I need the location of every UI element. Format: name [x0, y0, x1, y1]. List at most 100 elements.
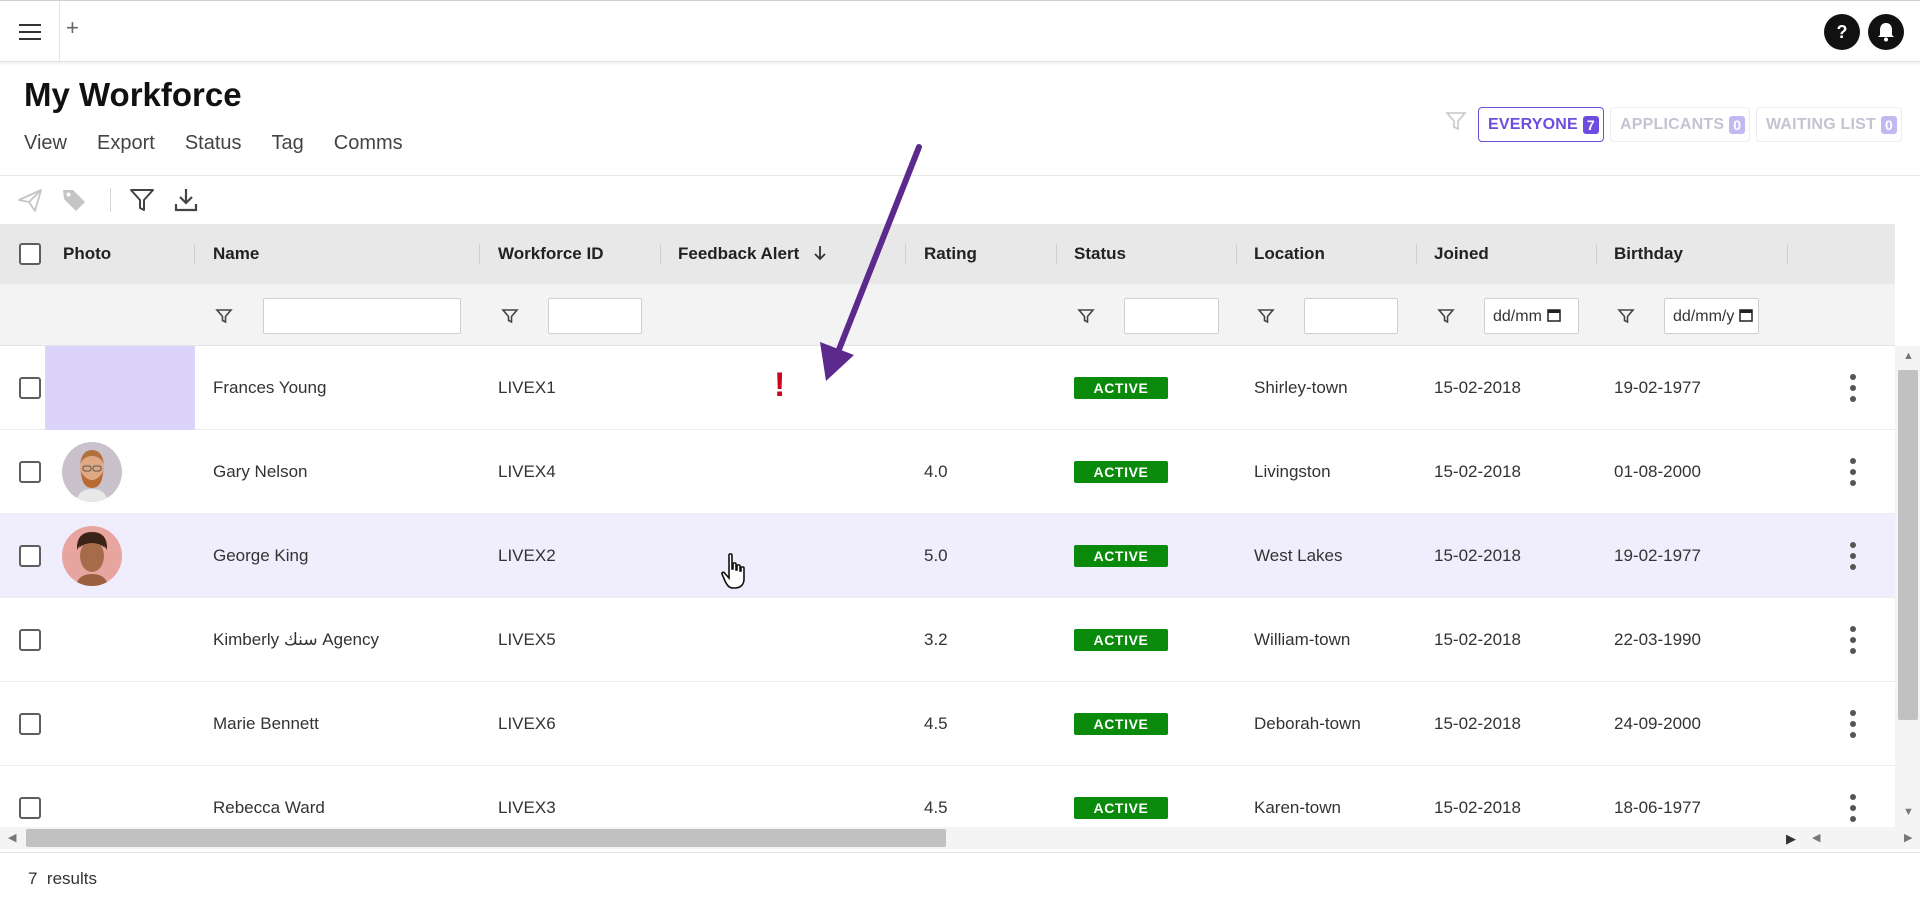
menu-status[interactable]: Status [185, 132, 242, 155]
row-checkbox[interactable] [19, 797, 41, 819]
row-workforce-id: LIVEX4 [498, 462, 556, 481]
segment-everyone-label: EVERYONE [1488, 115, 1578, 133]
send-icon[interactable] [16, 186, 44, 214]
add-tab-button[interactable]: + [66, 15, 79, 41]
row-actions-kebab-icon[interactable] [1848, 626, 1858, 654]
pinned-scroll-left-arrow[interactable]: ◀ [1812, 831, 1820, 844]
status-badge: ACTIVE [1074, 713, 1168, 735]
menu-comms[interactable]: Comms [334, 132, 403, 155]
status-badge: ACTIVE [1074, 629, 1168, 651]
location-filter-icon[interactable] [1257, 307, 1275, 325]
column-header-birthday[interactable]: Birthday [1614, 244, 1683, 264]
download-icon[interactable] [172, 186, 200, 214]
row-rating: 4.0 [924, 462, 948, 481]
column-header-photo[interactable]: Photo [63, 244, 111, 264]
menu-view[interactable]: View [24, 132, 67, 155]
calendar-icon [1547, 309, 1562, 322]
scroll-down-arrow[interactable]: ▼ [1903, 806, 1914, 818]
row-joined: 15-02-2018 [1434, 798, 1521, 817]
row-name[interactable]: Marie Bennett [213, 714, 319, 734]
name-filter-icon[interactable] [215, 307, 233, 325]
table-row[interactable]: Frances Young LIVEX1 ! ACTIVE Shirley-to… [0, 346, 1895, 430]
column-separator [1236, 244, 1237, 264]
row-actions-kebab-icon[interactable] [1848, 794, 1858, 822]
column-header-workforce-id[interactable]: Workforce ID [498, 244, 604, 264]
column-header-feedback-alert[interactable]: Feedback Alert [678, 244, 828, 264]
tag-icon[interactable] [60, 186, 88, 214]
row-actions-kebab-icon[interactable] [1848, 710, 1858, 738]
column-separator [194, 244, 195, 264]
row-birthday: 19-02-1977 [1614, 378, 1701, 397]
row-workforce-id: LIVEX2 [498, 546, 556, 565]
row-checkbox[interactable] [19, 545, 41, 567]
row-name[interactable]: George King [213, 546, 308, 566]
column-separator [479, 244, 480, 264]
row-checkbox[interactable] [19, 377, 41, 399]
row-location: West Lakes [1254, 546, 1343, 565]
toolbar-divider [110, 188, 111, 212]
status-badge: ACTIVE [1074, 377, 1168, 399]
row-workforce-id: LIVEX6 [498, 714, 556, 733]
column-separator [1416, 244, 1417, 264]
column-header-status[interactable]: Status [1074, 244, 1126, 264]
segment-waiting-list[interactable]: WAITING LIST 0 [1756, 107, 1902, 142]
segment-applicants[interactable]: APPLICANTS 0 [1610, 107, 1751, 142]
birthday-filter-icon[interactable] [1617, 307, 1635, 325]
name-filter-input[interactable] [263, 298, 461, 334]
joined-filter-icon[interactable] [1437, 307, 1455, 325]
column-header-joined[interactable]: Joined [1434, 244, 1489, 264]
row-actions-kebab-icon[interactable] [1848, 542, 1858, 570]
row-location: Shirley-town [1254, 378, 1348, 397]
horizontal-scroll-thumb[interactable] [26, 829, 946, 847]
help-button[interactable]: ? [1824, 14, 1860, 50]
hamburger-menu-button[interactable] [0, 1, 60, 62]
row-checkbox[interactable] [19, 713, 41, 735]
workforce-id-filter-icon[interactable] [501, 307, 519, 325]
photo-placeholder [45, 346, 195, 430]
avatar [62, 526, 122, 586]
table-row[interactable]: Kimberly سنك Agency LIVEX5 3.2 ACTIVE Wi… [0, 598, 1895, 682]
page-title: My Workforce [24, 76, 242, 113]
status-filter-input[interactable] [1124, 298, 1219, 334]
segment-waiting-list-count: 0 [1880, 115, 1897, 134]
row-name[interactable]: Kimberly سنك Agency [213, 630, 379, 650]
row-name[interactable]: Rebecca Ward [213, 798, 325, 818]
segment-everyone[interactable]: EVERYONE 7 [1478, 107, 1604, 142]
filter-row: dd/mm dd/mm/y [0, 284, 1895, 346]
table-row[interactable]: George King LIVEX2 5.0 ACTIVE West Lakes… [0, 514, 1895, 598]
row-checkbox[interactable] [19, 461, 41, 483]
birthday-date-placeholder: dd/mm/y [1673, 308, 1735, 325]
menu-tag[interactable]: Tag [272, 132, 304, 155]
notifications-button[interactable] [1868, 14, 1904, 50]
filter-icon[interactable] [128, 186, 156, 214]
location-filter-input[interactable] [1304, 298, 1398, 334]
column-header-rating[interactable]: Rating [924, 244, 977, 264]
table-row[interactable]: Rebecca Ward LIVEX3 4.5 ACTIVE Karen-tow… [0, 766, 1895, 830]
page-menu: View Export Status Tag Comms [24, 132, 403, 155]
column-header-name[interactable]: Name [213, 244, 259, 264]
top-bar: + ? [0, 0, 1920, 62]
row-actions-kebab-icon[interactable] [1848, 374, 1858, 402]
table-row[interactable]: Gary Nelson LIVEX4 4.0 ACTIVE Livingston… [0, 430, 1895, 514]
row-actions-kebab-icon[interactable] [1848, 458, 1858, 486]
scroll-up-arrow[interactable]: ▲ [1903, 350, 1914, 362]
row-checkbox[interactable] [19, 629, 41, 651]
results-number: 7 [28, 869, 38, 888]
menu-export[interactable]: Export [97, 132, 155, 155]
column-header-location[interactable]: Location [1254, 244, 1325, 264]
segment-waiting-list-label: WAITING LIST [1766, 115, 1876, 133]
row-joined: 15-02-2018 [1434, 462, 1521, 481]
joined-date-filter[interactable]: dd/mm [1484, 298, 1579, 334]
row-name[interactable]: Gary Nelson [213, 462, 307, 482]
table-row[interactable]: Marie Bennett LIVEX6 4.5 ACTIVE Deborah-… [0, 682, 1895, 766]
select-all-checkbox[interactable] [19, 243, 41, 265]
workforce-id-filter-input[interactable] [548, 298, 642, 334]
row-name[interactable]: Frances Young [213, 378, 326, 398]
vertical-scroll-thumb[interactable] [1898, 370, 1918, 720]
birthday-date-filter[interactable]: dd/mm/y [1664, 298, 1759, 334]
pinned-scroll-right-arrow[interactable]: ▶ [1904, 831, 1912, 844]
scroll-right-arrow[interactable]: ▶ [1786, 831, 1796, 847]
row-location: Livingston [1254, 462, 1331, 481]
status-filter-icon[interactable] [1077, 307, 1095, 325]
scroll-left-arrow[interactable]: ◀ [8, 831, 16, 844]
